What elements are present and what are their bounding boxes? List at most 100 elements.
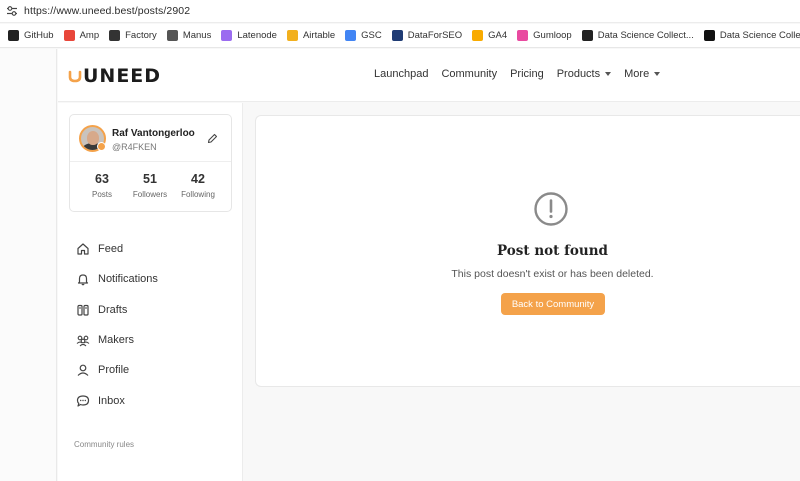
site-settings-icon[interactable] [0,0,24,23]
bookmark-item[interactable]: Manus [166,30,212,41]
main-nav: Launchpad Community Pricing Products More [374,68,673,80]
bookmark-label: DataForSEO [407,30,463,41]
stat-value: 51 [143,172,157,186]
gsc-icon [345,30,357,41]
nav-label: More [624,68,650,80]
bookmark-item[interactable]: Factory [109,30,157,41]
bookmark-item[interactable]: Gumloop [517,30,572,41]
profile-card: Raf Vantongerloo @R4FKEN 63 Posts 51 Fol… [69,114,232,212]
profile-divider [70,161,231,162]
manus-icon [166,30,178,41]
bookmark-label: Factory [125,30,157,41]
chevron-down-icon [605,72,612,76]
page: UNEED Launchpad Community Pricing Products M… [0,49,800,481]
nav-label: Products [556,68,601,80]
ga4-icon [472,30,484,41]
stat-value: 63 [95,172,109,186]
sidebar-item-label: Inbox [98,394,125,407]
pencil-icon[interactable] [206,132,219,145]
stat-followers[interactable]: 51 Followers [125,172,175,199]
nav-more[interactable]: More [624,68,661,80]
amp-icon [63,30,75,41]
post-not-found-card: Post not found This post doesn't exist o… [255,115,800,387]
sidebar-item-label: Makers [98,334,135,347]
nav-products[interactable]: Products [556,68,612,80]
stat-value: 42 [191,172,205,186]
bookmark-label: Manus [182,30,212,41]
stat-following[interactable]: 42 Following [173,172,223,199]
nav-label: Pricing [510,68,544,80]
nav-label: Launchpad [374,68,429,80]
drafts-icon [76,303,90,317]
sidebar-item-drafts[interactable]: Drafts [76,295,158,325]
community-rules-link[interactable]: Community rules [74,440,134,449]
medium-icon [703,30,715,41]
sidebar-menu: Feed Notifications Drafts Makers Profile… [76,234,158,416]
stat-label: Following [181,190,215,199]
bookmark-label: Data Science Collect... [719,30,800,41]
sidebar-item-feed[interactable]: Feed [76,234,158,264]
site-header: UNEED Launchpad Community Pricing Products M… [58,49,800,102]
bookmark-label: Gumloop [533,30,572,41]
notion-icon [581,30,593,41]
bookmark-label: GSC [361,30,382,41]
bookmark-label: GA4 [488,30,508,41]
url-text[interactable]: https://www.uneed.best/posts/2902 [24,5,190,17]
bookmark-item[interactable]: Data Science Collect... [703,30,800,41]
bookmark-item[interactable]: Amp [63,30,100,41]
left-gutter [0,49,57,481]
not-found-title: Post not found [497,243,608,259]
sidebar-item-inbox[interactable]: Inbox [76,385,158,415]
bookmark-item[interactable]: DataForSEO [391,30,463,41]
sidebar-item-label: Drafts [98,303,128,316]
uneed-logo[interactable]: UNEED [68,65,161,87]
chevron-down-icon [654,72,661,76]
stat-label: Posts [91,190,112,199]
stat-posts[interactable]: 63 Posts [77,172,127,199]
factory-icon [109,30,121,41]
bookmarks-bar: GitHub Amp Factory Manus Latenode Airtable GSC… [0,24,800,48]
makers-icon [76,333,90,347]
logo-mark-icon [68,70,82,83]
nav-pricing[interactable]: Pricing [510,68,544,80]
latenode-icon [221,30,233,41]
bookmark-item[interactable]: Data Science Collect... [581,30,694,41]
logo-text: UNEED [83,65,162,87]
sidebar-item-profile[interactable]: Profile [76,355,158,385]
not-found-description: This post doesn't exist or has been dele… [451,268,654,280]
sidebar-item-label: Profile [98,364,130,377]
bookmark-label: Amp [79,30,100,41]
bookmark-label: Data Science Collect... [597,30,694,41]
dataforseo-icon [391,30,403,41]
bookmark-label: GitHub [24,30,54,41]
back-to-community-button[interactable]: Back to Community [501,293,605,315]
home-icon [76,242,90,256]
chat-icon [76,394,90,408]
nav-label: Community [441,68,498,80]
bookmark-item[interactable]: GA4 [472,30,507,41]
nav-community[interactable]: Community [441,68,497,80]
profile-name[interactable]: Raf Vantongerloo [112,128,195,139]
sidebar-item-label: Notifications [98,273,158,286]
bookmark-item[interactable]: GitHub [8,30,54,41]
bookmark-item[interactable]: Latenode [221,30,277,41]
bookmark-item[interactable]: Airtable [286,30,336,41]
stat-label: Followers [132,190,168,199]
bookmark-label: Airtable [302,30,336,41]
bookmark-label: Latenode [237,30,277,41]
bell-icon [76,272,90,286]
user-icon [76,363,90,377]
nav-launchpad[interactable]: Launchpad [374,68,428,80]
profile-handle: @R4FKEN [112,142,157,152]
sidebar: Raf Vantongerloo @R4FKEN 63 Posts 51 Fol… [58,103,243,481]
bookmark-item[interactable]: GSC [345,30,382,41]
avatar-badge [97,142,106,151]
alert-circle-icon [534,192,568,226]
sidebar-item-makers[interactable]: Makers [76,325,158,355]
sidebar-item-notifications[interactable]: Notifications [76,264,158,294]
sidebar-item-label: Feed [98,243,124,256]
browser-url-bar[interactable]: https://www.uneed.best/posts/2902 [0,0,800,23]
gumloop-icon [517,30,529,41]
airtable-icon [286,30,298,41]
github-icon [8,30,19,41]
